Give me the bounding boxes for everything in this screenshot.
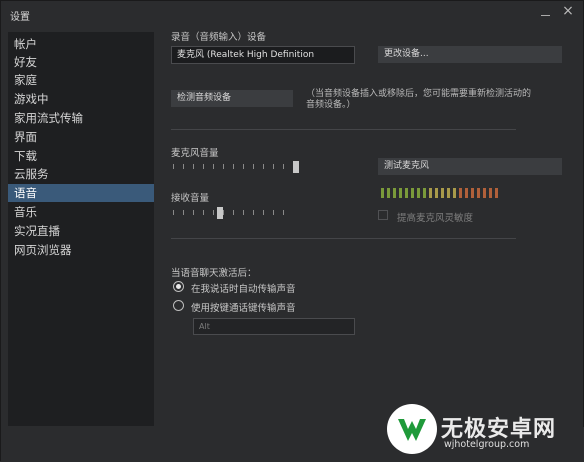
mic-meter-segment xyxy=(411,188,414,198)
window-title: 设置 xyxy=(10,12,30,23)
mic-volume-label: 麦克风音量 xyxy=(171,148,219,159)
receive-volume-label: 接收音量 xyxy=(171,193,210,204)
mic-meter-segment xyxy=(405,188,408,198)
recording-device-label: 录音（音频输入）设备 xyxy=(171,32,267,43)
sidebar-item-interface[interactable]: 界面 xyxy=(8,128,154,146)
mic-meter-segment xyxy=(441,188,444,198)
sidebar-item-voice[interactable]: 语音 xyxy=(8,184,154,202)
title-bar: 设置 × xyxy=(1,1,584,27)
mic-meter-segment xyxy=(471,188,474,198)
mic-meter-segment xyxy=(483,188,486,198)
mic-meter-segment xyxy=(489,188,492,198)
mic-meter-segment xyxy=(393,188,396,198)
detect-devices-hint: （当音频设备插入或移除后，您可能需要重新检测活动的音频设备。） xyxy=(306,89,532,110)
sidebar-item-family[interactable]: 家庭 xyxy=(8,71,154,89)
mic-meter-segment xyxy=(423,188,426,198)
settings-sidebar: 帐户 好友 家庭 游戏中 家用流式传输 界面 下载 云服务 语音 音乐 实况直播… xyxy=(8,32,154,426)
receive-volume-slider[interactable] xyxy=(173,207,299,219)
sidebar-item-cloud[interactable]: 云服务 xyxy=(8,165,154,183)
sidebar-item-downloads[interactable]: 下载 xyxy=(8,147,154,165)
sidebar-item-account[interactable]: 帐户 xyxy=(8,35,154,53)
mic-meter-segment xyxy=(429,188,432,198)
mic-meter-segment xyxy=(453,188,456,198)
watermark-logo-icon xyxy=(387,404,437,454)
mic-meter-segment xyxy=(447,188,450,198)
sidebar-item-streaming[interactable]: 家用流式传输 xyxy=(8,109,154,127)
mic-meter-segment xyxy=(465,188,468,198)
mic-meter-segment xyxy=(459,188,462,198)
watermark-url: wjhotelgroup.com xyxy=(444,439,530,450)
minimize-button[interactable] xyxy=(539,5,553,19)
mic-meter-segment xyxy=(399,188,402,198)
sidebar-item-in-game[interactable]: 游戏中 xyxy=(8,90,154,108)
sidebar-item-broadcasting[interactable]: 实况直播 xyxy=(8,222,154,240)
divider xyxy=(171,238,516,239)
sidebar-item-music[interactable]: 音乐 xyxy=(8,203,154,221)
change-device-button[interactable]: 更改设备... xyxy=(378,46,562,63)
boost-mic-checkbox[interactable] xyxy=(378,210,388,220)
mic-meter-segment xyxy=(435,188,438,198)
mic-meter-segment xyxy=(387,188,390,198)
voice-settings-panel: 录音（音频输入）设备 麦克风 (Realtek High Definition … xyxy=(156,27,584,427)
settings-window: 设置 × 帐户 好友 家庭 游戏中 家用流式传输 界面 下载 云服务 语音 音乐… xyxy=(0,0,584,462)
mic-volume-slider-handle[interactable] xyxy=(293,161,299,173)
test-mic-button[interactable]: 测试麦克风 xyxy=(378,158,562,175)
mic-volume-slider[interactable] xyxy=(173,161,299,173)
recording-device-field: 麦克风 (Realtek High Definition xyxy=(171,46,355,64)
watermark: 无极安卓网 wjhotelgroup.com xyxy=(386,393,581,459)
receive-volume-slider-handle[interactable] xyxy=(217,207,223,219)
mic-meter-segment xyxy=(381,188,384,198)
divider xyxy=(171,129,516,130)
sidebar-item-friends[interactable]: 好友 xyxy=(8,53,154,71)
close-button[interactable]: × xyxy=(560,3,576,19)
detect-audio-devices-button[interactable]: 检测音频设备 xyxy=(171,90,293,107)
auto-transmit-radio[interactable] xyxy=(173,281,184,292)
mic-meter-segment xyxy=(417,188,420,198)
push-to-talk-key-field[interactable]: Alt xyxy=(193,318,355,335)
sidebar-item-web-browser[interactable]: 网页浏览器 xyxy=(8,241,154,259)
mic-level-meter xyxy=(381,188,506,198)
activation-label: 当语音聊天激活后： xyxy=(171,268,257,279)
mic-meter-segment xyxy=(495,188,498,198)
boost-mic-label: 提高麦克风灵敏度 xyxy=(397,213,474,224)
auto-transmit-label: 在我说话时自动传输声音 xyxy=(191,284,296,295)
mic-meter-segment xyxy=(477,188,480,198)
push-to-talk-radio[interactable] xyxy=(173,300,184,311)
push-to-talk-label: 使用按键通话键传输声音 xyxy=(191,303,296,314)
